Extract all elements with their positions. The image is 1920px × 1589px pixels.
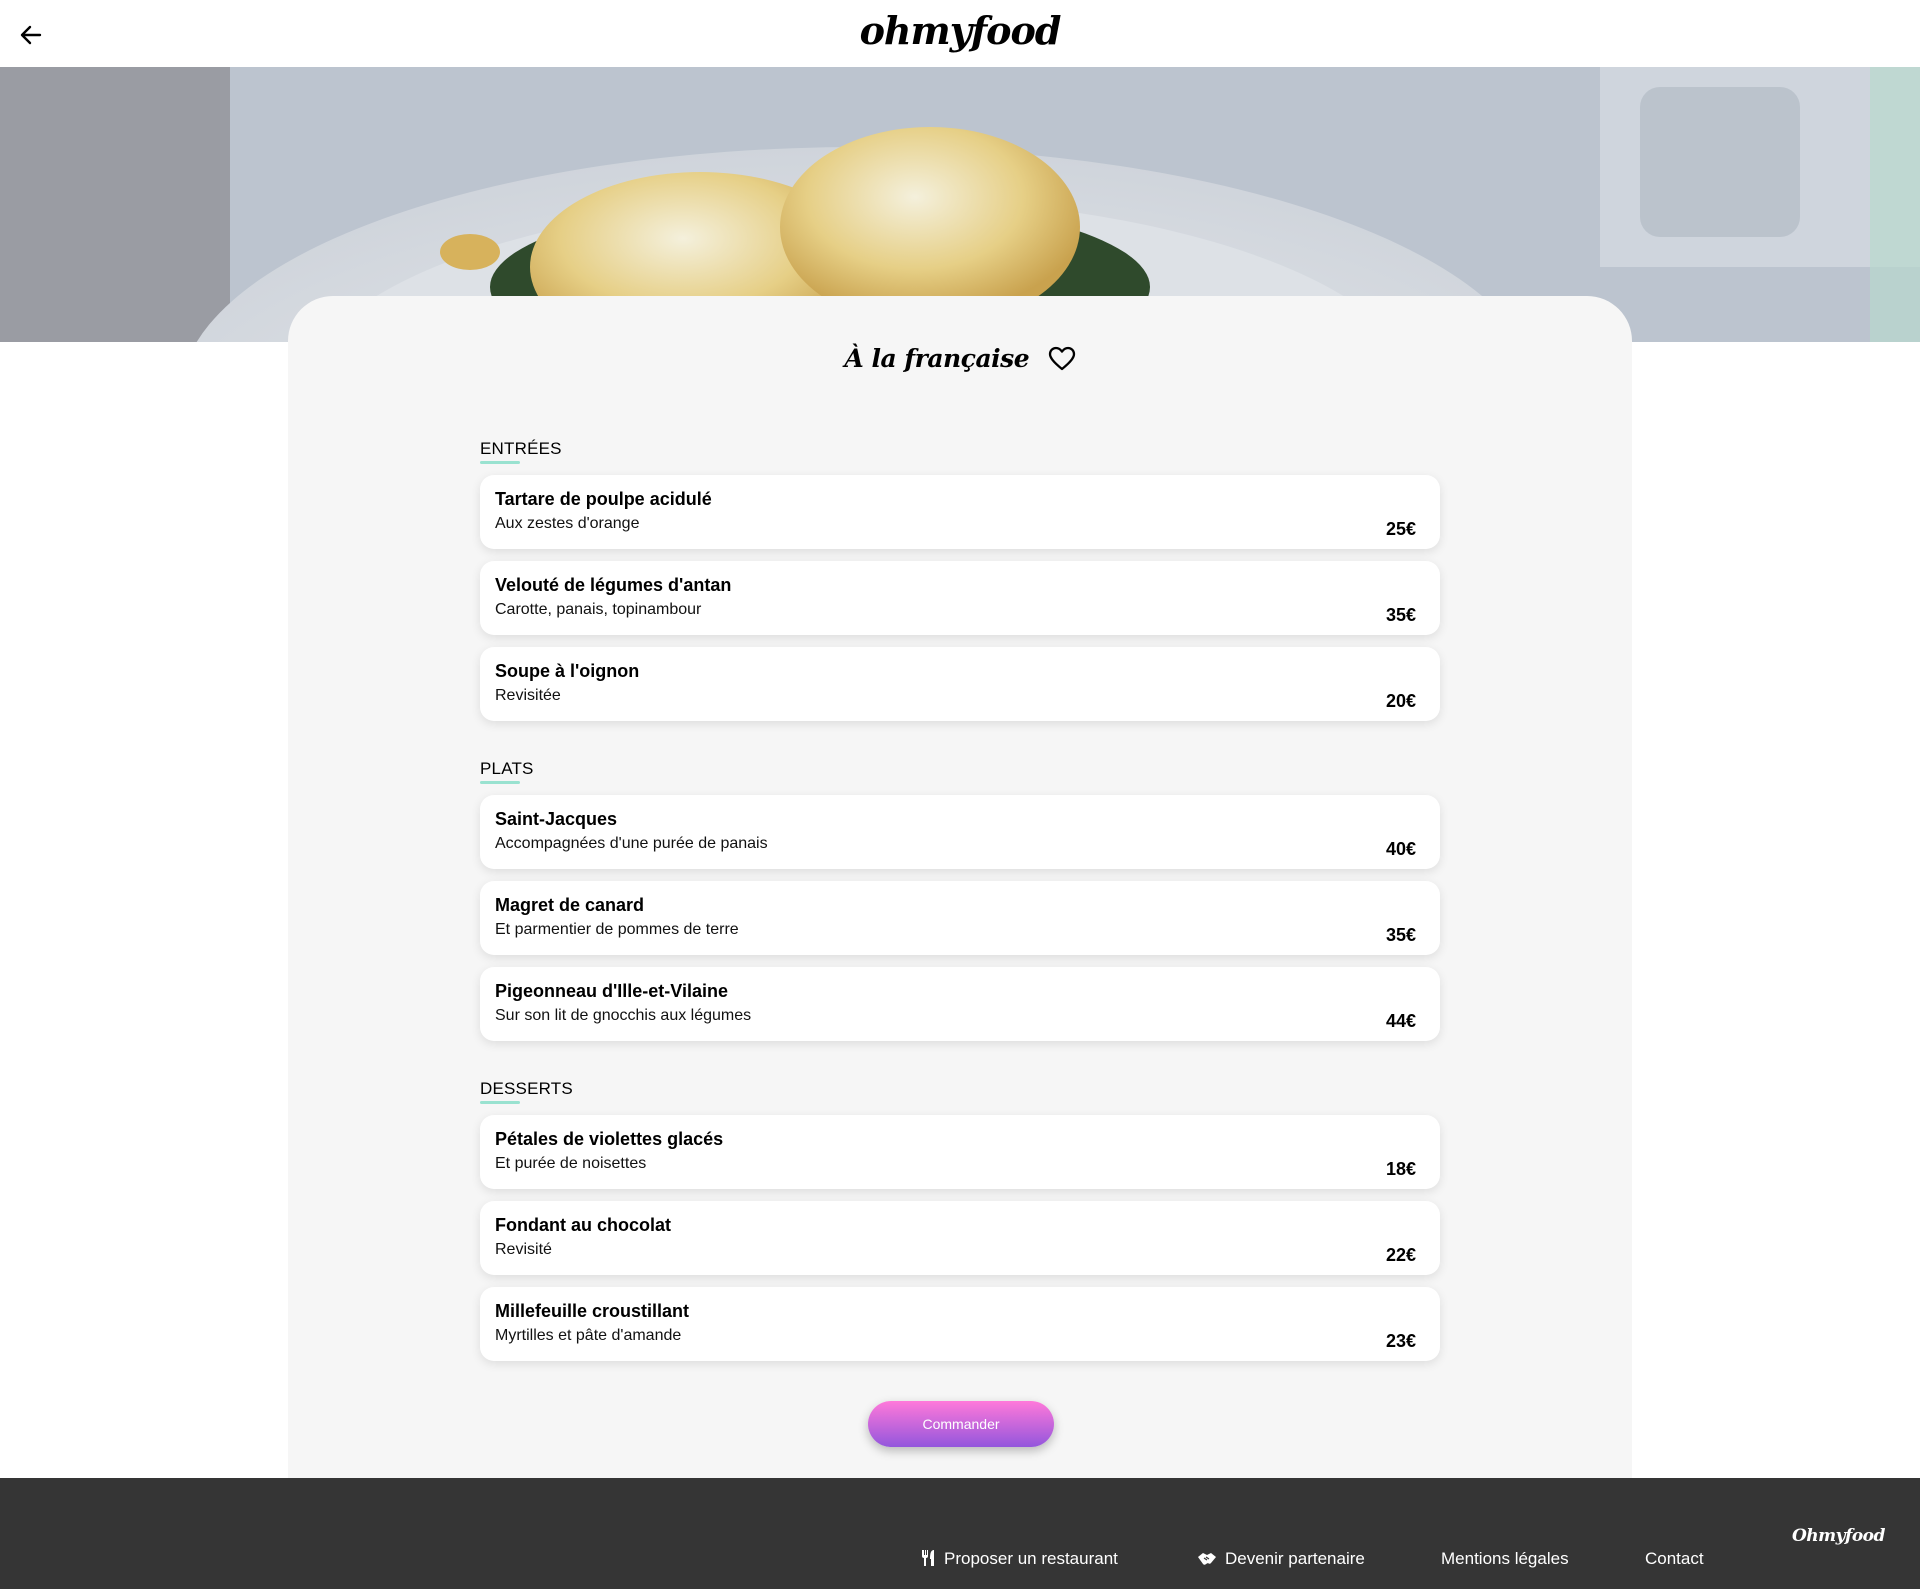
dish-description: Aux zestes d'orange <box>495 515 640 532</box>
dish-name: Soupe à l'oignon <box>495 661 640 681</box>
dish-price: 25€ <box>1385 519 1416 539</box>
handshake-icon <box>1198 1553 1216 1565</box>
dish-card[interactable]: Magret de canard Et parmentier de pommes… <box>480 881 1440 955</box>
footer-link-label: Proposer un restaurant <box>944 1549 1118 1568</box>
restaurant-title-row: À la française <box>288 344 1632 373</box>
section-title: DESSERTS <box>480 1079 573 1104</box>
dish-price: 44€ <box>1385 1011 1416 1031</box>
dish-card[interactable]: Saint-Jacques Accompagnées d'une purée d… <box>480 795 1440 869</box>
favorite-button[interactable] <box>1048 346 1076 372</box>
dish-price: 35€ <box>1385 925 1416 945</box>
dish-name: Velouté de légumes d'antan <box>495 575 732 595</box>
dish-description: Revisitée <box>495 687 561 704</box>
dish-name: Pétales de violettes glacés <box>495 1129 724 1149</box>
dish-name: Magret de canard <box>495 895 645 915</box>
utensils-icon <box>922 1550 934 1566</box>
order-button[interactable]: Commander <box>868 1401 1054 1447</box>
menu-card: À la française ENTRÉES Tartare de poulpe… <box>288 296 1632 1478</box>
footer-logo[interactable]: Ohmyfood <box>1792 1526 1885 1546</box>
dish-price: 23€ <box>1385 1331 1416 1351</box>
dish-card[interactable]: Velouté de légumes d'antan Carotte, pana… <box>480 561 1440 635</box>
dish-price: 40€ <box>1385 839 1416 859</box>
dish-description: Et parmentier de pommes de terre <box>495 921 739 938</box>
dish-name: Fondant au chocolat <box>495 1215 672 1235</box>
dish-price: 22€ <box>1385 1245 1416 1265</box>
dish-description: Et purée de noisettes <box>495 1155 647 1172</box>
dish-card[interactable]: Fondant au chocolat Revisité 22€ <box>480 1201 1440 1275</box>
dish-description: Accompagnées d'une purée de panais <box>495 835 768 852</box>
footer-link-legal[interactable]: Mentions légales <box>1441 1549 1569 1569</box>
dish-card[interactable]: Pétales de violettes glacés Et purée de … <box>480 1115 1440 1189</box>
dish-description: Sur son lit de gnocchis aux légumes <box>495 1007 752 1024</box>
dish-price: 20€ <box>1385 691 1416 711</box>
dish-card[interactable]: Soupe à l'oignon Revisitée 20€ <box>480 647 1440 721</box>
dish-name: Saint-Jacques <box>495 809 618 829</box>
dish-card[interactable]: Tartare de poulpe acidulé Aux zestes d'o… <box>480 475 1440 549</box>
dish-price: 35€ <box>1385 605 1416 625</box>
dish-name: Millefeuille croustillant <box>495 1301 690 1321</box>
section-desserts: DESSERTS Pétales de violettes glacés Et … <box>480 1079 1440 1361</box>
section-title: PLATS <box>480 759 534 784</box>
header: ohmyfood <box>0 0 1920 67</box>
dish-name: Pigeonneau d'Ille-et-Vilaine <box>495 981 728 1001</box>
heart-outline-icon <box>1048 346 1075 370</box>
dish-description: Carotte, panais, topinambour <box>495 601 702 618</box>
section-plats: PLATS Saint-Jacques Accompagnées d'une p… <box>480 759 1440 1041</box>
section-title: ENTRÉES <box>480 439 562 464</box>
site-logo[interactable]: ohmyfood <box>0 8 1920 53</box>
footer-link-label: Devenir partenaire <box>1225 1549 1365 1568</box>
dish-description: Myrtilles et pâte d'amande <box>495 1327 682 1344</box>
footer: Proposer un restaurant Devenir partenair… <box>0 1478 1920 1589</box>
dish-price: 18€ <box>1385 1159 1416 1179</box>
dish-name: Tartare de poulpe acidulé <box>495 489 712 509</box>
footer-link-propose-restaurant[interactable]: Proposer un restaurant <box>920 1549 1118 1569</box>
dish-card[interactable]: Pigeonneau d'Ille-et-Vilaine Sur son lit… <box>480 967 1440 1041</box>
dish-card[interactable]: Millefeuille croustillant Myrtilles et p… <box>480 1287 1440 1361</box>
footer-link-contact[interactable]: Contact <box>1645 1549 1704 1569</box>
restaurant-name: À la française <box>844 344 1030 373</box>
dish-description: Revisité <box>495 1241 552 1258</box>
footer-link-become-partner[interactable]: Devenir partenaire <box>1197 1549 1365 1569</box>
section-entrees: ENTRÉES Tartare de poulpe acidulé Aux ze… <box>480 439 1440 721</box>
